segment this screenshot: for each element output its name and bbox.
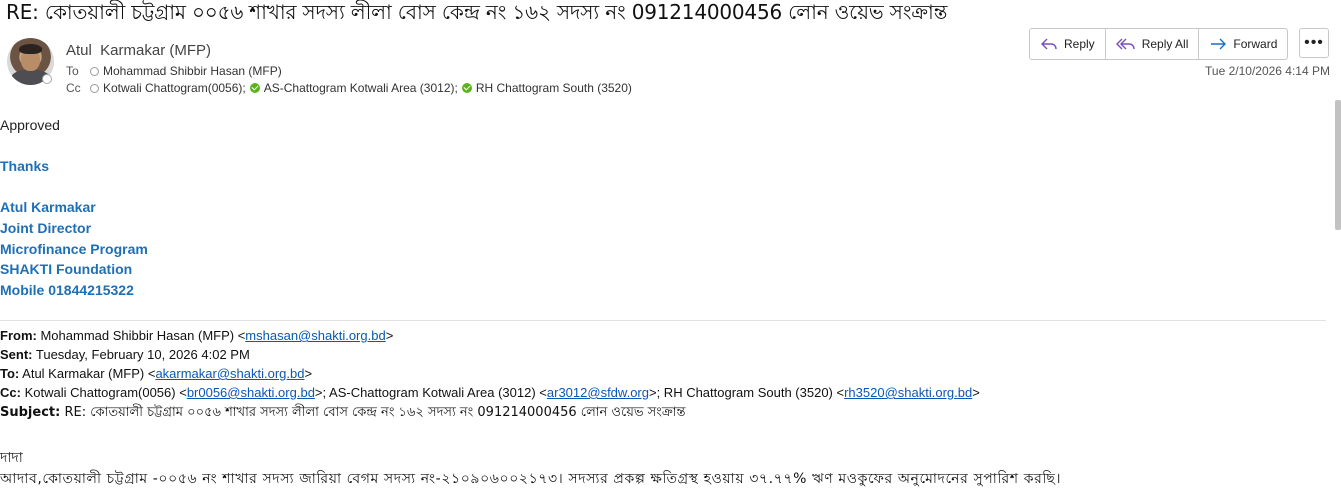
cc-recipient-3[interactable]: RH Chattogram South (3520)	[476, 81, 632, 95]
accepted-check-icon	[461, 83, 472, 93]
to-line: To Mohammad Shibbir Hasan (MFP)	[66, 64, 282, 78]
thanks-line: Thanks	[0, 158, 50, 174]
more-actions-button[interactable]: •••	[1299, 28, 1329, 58]
cc-recipient-2[interactable]: AS-Chattogram Kotwali Area (3012);	[264, 81, 458, 95]
presence-unknown-icon	[90, 83, 99, 93]
quoted-sent: Sent: Tuesday, February 10, 2026 4:02 PM	[0, 347, 250, 362]
cc-email-link-1[interactable]: br0056@shakti.org.bd	[187, 385, 315, 400]
forward-icon	[1211, 38, 1227, 50]
presence-status-icon	[42, 74, 52, 84]
cc-email-link-3[interactable]: rh3520@shakti.org.bd	[844, 385, 972, 400]
signature-organization: SHAKTI Foundation	[0, 261, 133, 277]
sent-date: Tue 2/10/2026 4:14 PM	[1205, 64, 1330, 78]
forward-button[interactable]: Forward	[1199, 29, 1287, 59]
reply-icon	[1041, 38, 1057, 50]
to-email-link[interactable]: akarmakar@shakti.org.bd	[155, 366, 304, 381]
cc-line: Cc Kotwali Chattogram(0056); AS-Chattogr…	[66, 81, 632, 95]
to-recipient[interactable]: Mohammad Shibbir Hasan (MFP)	[103, 64, 282, 78]
cc-email-link-2[interactable]: ar3012@sfdw.org	[547, 385, 649, 400]
sender-name[interactable]: Atul Karmakar (MFP)	[66, 42, 211, 59]
from-email-link[interactable]: mshasan@shakti.org.bd	[245, 328, 385, 343]
reply-button[interactable]: Reply	[1030, 29, 1106, 59]
accepted-check-icon	[249, 83, 260, 93]
presence-unknown-icon	[90, 66, 99, 76]
cc-label: Cc	[66, 81, 81, 95]
scrollbar[interactable]	[1335, 100, 1341, 230]
quote-divider	[0, 320, 1326, 321]
quoted-cc: Cc: Kotwali Chattogram(0056) <br0056@sha…	[0, 385, 980, 400]
signature-title: Joint Director	[0, 220, 92, 236]
signature-mobile: Mobile 01844215322	[0, 282, 134, 298]
reply-all-icon	[1115, 38, 1135, 50]
cc-recipient-1[interactable]: Kotwali Chattogram(0056);	[103, 81, 246, 95]
reply-all-label: Reply All	[1141, 37, 1189, 51]
to-label: To	[66, 64, 79, 78]
quoted-subject: Subject: RE: কোতয়ালী চট্টগ্রাম ০০৫৬ শাখ…	[0, 405, 686, 420]
forward-label: Forward	[1233, 37, 1278, 51]
reply-label: Reply	[1064, 37, 1095, 51]
quoted-from: From: Mohammad Shibbir Hasan (MFP) <msha…	[0, 328, 394, 343]
quoted-body: আদাব,কোতয়ালী চট্টগ্রাম -০০৫৬ নং শাখার স…	[0, 471, 1062, 487]
signature-department: Microfinance Program	[0, 241, 148, 257]
reply-all-button[interactable]: Reply All	[1106, 29, 1200, 59]
signature-name: Atul Karmakar	[0, 199, 96, 215]
email-subject: RE: কোতয়ালী চট্টগ্রাম ০০৫৬ শাখার সদস্য …	[6, 0, 948, 24]
quoted-to: To: Atul Karmakar (MFP) <akarmakar@shakt…	[0, 366, 313, 381]
message-greeting: Approved	[0, 117, 60, 133]
response-toolbar: Reply Reply All Forward	[1029, 28, 1289, 60]
